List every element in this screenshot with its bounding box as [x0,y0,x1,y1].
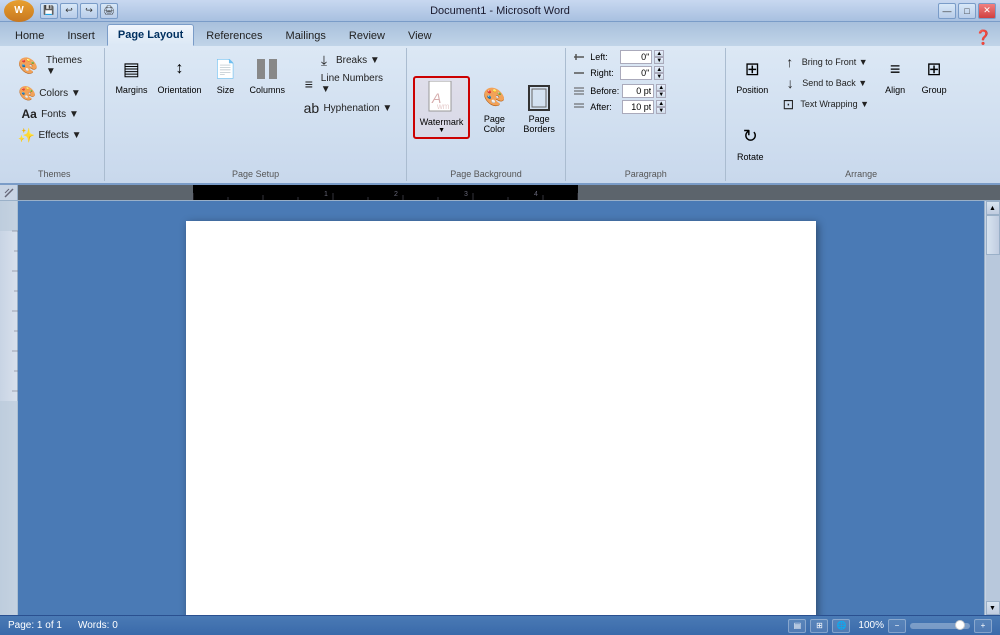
zoom-out-btn[interactable]: − [888,619,906,633]
spacing-after-spinner[interactable]: ▲ ▼ [656,100,666,114]
statusbar-right: ▤ ⊞ 🌐 100% − + [788,619,992,633]
view-web-btn[interactable]: 🌐 [832,619,850,633]
breaks-button[interactable]: ⤓ Breaks ▼ [296,50,400,70]
tab-mailings[interactable]: Mailings [275,24,337,46]
document-canvas[interactable] [18,201,984,615]
arrange-group-label: Arrange [726,169,996,179]
themes-group: 🎨 Themes ▼ 🎨 Colors ▼ Aa Fonts ▼ ✨ Effec… [4,48,105,181]
bring-to-front-button[interactable]: ↑ Bring to Front ▼ [775,52,874,72]
send-to-back-button[interactable]: ↓ Send to Back ▼ [775,73,874,93]
scroll-track[interactable] [986,215,1000,601]
zoom-level: 100% [858,620,884,631]
page-background-group: A wm Watermark ▼ 🎨 PageColor [407,48,567,181]
vertical-scrollbar[interactable]: ▲ ▼ [984,201,1000,615]
document-page[interactable] [186,221,816,615]
titlebar: W 💾 ↩ ↪ 🖨 Document1 - Microsoft Word — □… [0,0,1000,22]
zoom-in-btn[interactable]: + [974,619,992,633]
hyphenation-button[interactable]: ab Hyphenation ▼ [296,98,400,118]
tab-view[interactable]: View [397,24,443,46]
ribbon: Home Insert Page Layout References Maili… [0,22,1000,185]
document-area: ▲ ▼ [0,201,1000,615]
page-color-button[interactable]: 🎨 PageColor [474,78,514,138]
themes-button[interactable]: 🎨 Themes ▼ [10,50,98,82]
view-fullscreen-btn[interactable]: ⊞ [810,619,828,633]
size-button[interactable]: 📄 Size [207,50,243,98]
page-background-group-label: Page Background [407,169,566,179]
page-setup-group: ▤ Margins ↕ Orientation 📄 Size [105,48,406,181]
columns-button[interactable]: Columns [245,50,289,98]
window-controls: — □ ✕ [938,3,996,19]
tab-review[interactable]: Review [338,24,396,46]
window-title: Document1 - Microsoft Word [430,5,570,17]
tab-page-layout[interactable]: Page Layout [107,24,194,46]
text-wrapping-button[interactable]: ⊡ Text Wrapping ▼ [775,94,874,114]
indent-right-input[interactable] [620,66,652,80]
zoom-slider[interactable] [910,623,970,629]
ruler-scale: 1 2 3 4 [18,185,1000,200]
ruler-corner[interactable] [0,185,18,201]
page-setup-group-label: Page Setup [105,169,405,179]
scroll-thumb[interactable] [986,215,1000,255]
spacing-after-input[interactable] [622,100,654,114]
position-button[interactable]: ⊞ Position [732,50,772,98]
tab-references[interactable]: References [195,24,273,46]
margins-button[interactable]: ▤ Margins [111,50,151,98]
orientation-button[interactable]: ↕ Orientation [153,50,205,98]
tab-insert[interactable]: Insert [56,24,106,46]
svg-text:1: 1 [324,191,328,198]
fonts-button[interactable]: Aa Fonts ▼ [10,104,90,124]
align-button[interactable]: ≡ Align [877,50,913,98]
close-btn[interactable]: ✕ [978,3,996,19]
view-normal-btn[interactable]: ▤ [788,619,806,633]
ribbon-tab-bar: Home Insert Page Layout References Maili… [0,22,1000,46]
paragraph-group: Left: ▲ ▼ Right: ▲ [566,48,726,181]
maximize-btn[interactable]: □ [958,3,976,19]
themes-group-label: Themes [4,169,104,179]
svg-text:wm: wm [436,102,450,111]
words-info: Words: 0 [78,620,118,631]
scroll-down-button[interactable]: ▼ [986,601,1000,615]
minimize-btn[interactable]: — [938,3,956,19]
scroll-up-button[interactable]: ▲ [986,201,1000,215]
redo-btn[interactable]: ↪ [80,3,98,19]
tab-home[interactable]: Home [4,24,55,46]
undo-btn[interactable]: ↩ [60,3,78,19]
quick-save-btn[interactable]: 💾 [40,3,58,19]
svg-text:2: 2 [394,191,398,198]
colors-button[interactable]: 🎨 Colors ▼ [10,83,90,103]
group-button[interactable]: ⊞ Group [916,50,952,98]
spacing-before-spinner[interactable]: ▲ ▼ [656,84,666,98]
indent-left-input[interactable] [620,50,652,64]
paragraph-group-label: Paragraph [566,169,725,179]
ribbon-content: 🎨 Themes ▼ 🎨 Colors ▼ Aa Fonts ▼ ✨ Effec… [0,46,1000,183]
ruler: 1 2 3 4 [0,185,1000,201]
ribbon-help-icon[interactable]: ❓ [975,29,992,46]
office-button[interactable]: W [4,0,34,22]
page-info: Page: 1 of 1 [8,620,62,631]
line-numbers-button[interactable]: ≡ Line Numbers ▼ [296,71,400,97]
spacing-before-input[interactable] [622,84,654,98]
left-ruler [0,201,18,615]
effects-button[interactable]: ✨ Effects ▼ [10,125,90,145]
quick-print-btn[interactable]: 🖨 [100,3,118,19]
arrange-group: ⊞ Position ↑ Bring to Front ▼ ↓ Send to … [726,48,996,181]
watermark-button[interactable]: A wm Watermark ▼ [413,76,471,139]
rotate-button[interactable]: ↻ Rotate [732,117,768,165]
titlebar-left: W 💾 ↩ ↪ 🖨 [4,0,118,22]
svg-text:3: 3 [464,191,468,198]
page-borders-button[interactable]: PageBorders [518,78,560,138]
statusbar: Page: 1 of 1 Words: 0 ▤ ⊞ 🌐 100% − + [0,615,1000,635]
indent-right-spinner[interactable]: ▲ ▼ [654,66,664,80]
svg-text:4: 4 [534,191,538,198]
indent-left-spinner[interactable]: ▲ ▼ [654,50,664,64]
